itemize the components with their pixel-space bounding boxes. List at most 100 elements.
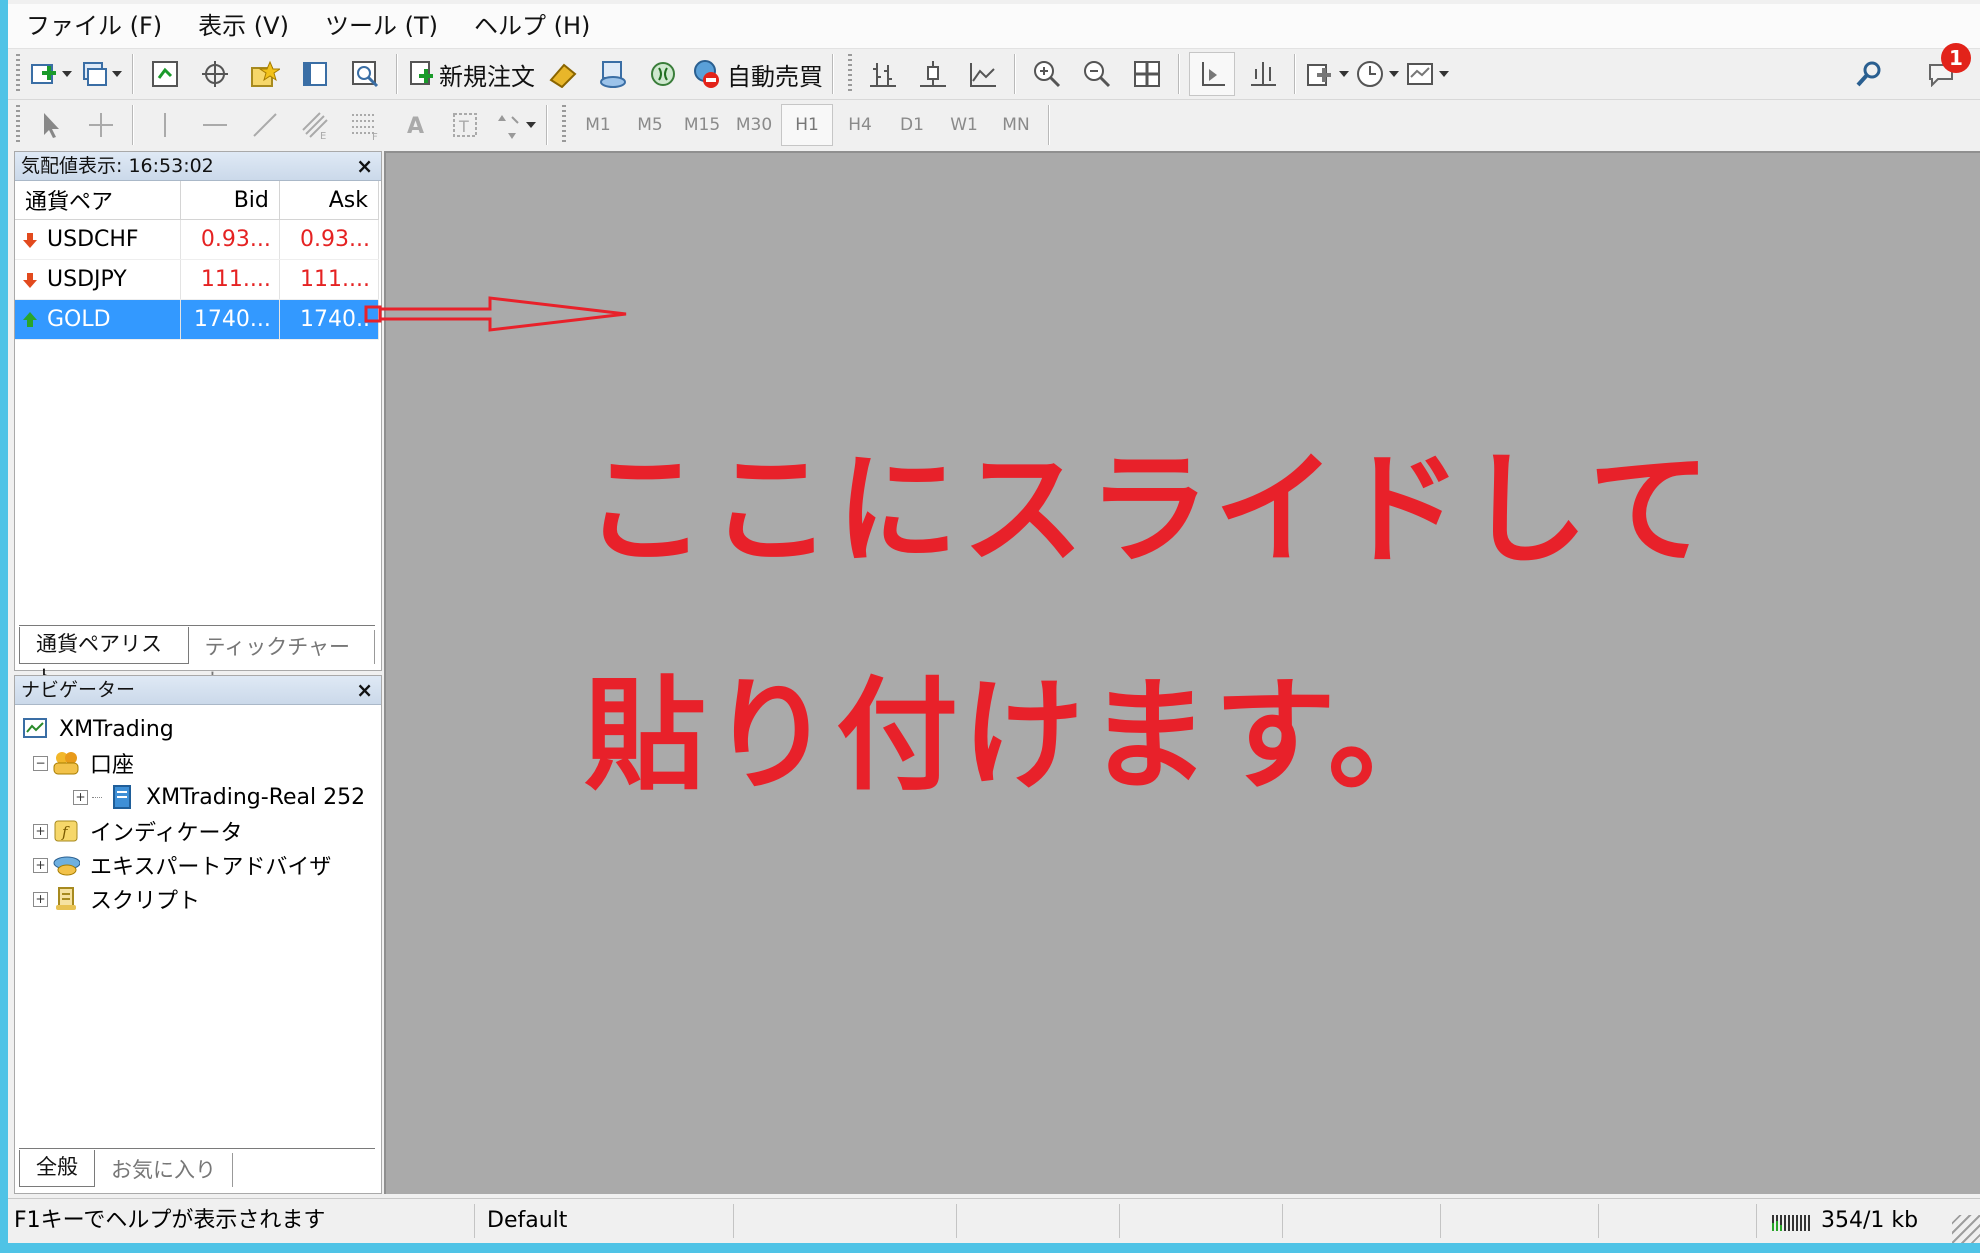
tree-item-experts[interactable]: + エキスパートアドバイザ: [21, 848, 365, 882]
chevron-down-icon: [112, 71, 122, 77]
resize-grip-icon[interactable]: [1952, 1215, 1980, 1243]
tab-tick-chart[interactable]: ティックチャート: [189, 630, 375, 693]
toolbar-grip[interactable]: [16, 105, 20, 145]
crosshair-tool[interactable]: [79, 104, 123, 146]
navigator-toggle[interactable]: [243, 53, 287, 95]
timeframe-d1[interactable]: D1: [887, 105, 937, 145]
tree-item-accounts[interactable]: − 口座: [21, 746, 365, 780]
column-header-symbol[interactable]: 通貨ペア: [15, 181, 181, 220]
toolbar-grip[interactable]: [16, 54, 20, 94]
new-order-button[interactable]: 新規注文: [407, 53, 535, 95]
new-chart-button[interactable]: [29, 53, 73, 95]
tile-windows-button[interactable]: [1125, 53, 1169, 95]
tree-item-root[interactable]: XMTrading: [21, 712, 365, 746]
menu-view[interactable]: 表示 (V): [180, 4, 307, 48]
text-tool[interactable]: A: [393, 104, 437, 146]
expert-advisor-icon: [52, 852, 80, 878]
accounts-icon: [52, 750, 80, 776]
timeframe-m30[interactable]: M30: [729, 105, 779, 145]
candlestick-button[interactable]: [911, 53, 955, 95]
timeframe-mn[interactable]: MN: [991, 105, 1041, 145]
tab-favorites[interactable]: お気に入り: [95, 1153, 233, 1187]
zoom-out-button[interactable]: [1075, 53, 1119, 95]
terminal-app-icon: [21, 716, 49, 742]
bid-cell: 0.93...: [180, 219, 280, 260]
terminal-toggle[interactable]: [293, 53, 337, 95]
periods-button[interactable]: [1355, 53, 1399, 95]
menu-tools[interactable]: ツール (T): [307, 4, 456, 48]
table-row[interactable]: USDCHF 0.93... 0.93...: [15, 219, 380, 260]
fibonacci-tool[interactable]: F: [343, 104, 387, 146]
indicators-button[interactable]: [1305, 53, 1349, 95]
chart-shift-button[interactable]: [1241, 53, 1285, 95]
tree-item-indicators[interactable]: + f インディケータ: [21, 814, 365, 848]
timeframe-w1[interactable]: W1: [939, 105, 989, 145]
tree-item-scripts[interactable]: + スクリプト: [21, 882, 365, 916]
column-header-ask[interactable]: Ask: [279, 181, 380, 220]
metaeditor-button[interactable]: [541, 53, 585, 95]
expand-icon[interactable]: +: [33, 857, 48, 873]
auto-scroll-button[interactable]: [1189, 52, 1235, 96]
profiles-icon: [83, 62, 107, 86]
tree-label-experts: エキスパートアドバイザ: [90, 855, 332, 880]
close-icon[interactable]: ×: [356, 152, 373, 180]
vertical-line-tool[interactable]: [143, 104, 187, 146]
tab-symbols[interactable]: 通貨ペアリスト: [19, 627, 189, 690]
auto-trading-button[interactable]: 自動売買: [691, 53, 823, 95]
auto-scroll-icon: [1202, 62, 1225, 86]
notifications-button[interactable]: 1: [1919, 43, 1971, 95]
search-button[interactable]: [1847, 53, 1891, 95]
table-row-selected[interactable]: GOLD 1740... 1740..: [15, 299, 380, 340]
chevron-down-icon: [1389, 71, 1399, 77]
trendline-tool[interactable]: [243, 104, 287, 146]
tab-general[interactable]: 全般: [19, 1150, 95, 1187]
table-row[interactable]: USDJPY 111.... 111....: [15, 259, 380, 300]
toolbar-grip[interactable]: [562, 105, 566, 145]
column-header-bid[interactable]: Bid: [180, 181, 280, 220]
collapse-icon[interactable]: −: [33, 755, 48, 771]
timeframe-m5[interactable]: M5: [625, 105, 675, 145]
equidistant-channel-tool[interactable]: E: [293, 104, 337, 146]
horizontal-line-tool[interactable]: [193, 104, 237, 146]
zoom-in-icon: [1034, 61, 1061, 88]
line-chart-button[interactable]: [961, 53, 1005, 95]
zoom-in-button[interactable]: [1025, 53, 1069, 95]
indicators-icon: [1307, 64, 1331, 86]
close-icon[interactable]: ×: [356, 676, 373, 704]
timeframe-m1[interactable]: M1: [573, 105, 623, 145]
timeframe-h1[interactable]: H1: [781, 104, 833, 146]
status-traffic[interactable]: 354/1 kb: [1757, 1204, 1924, 1238]
status-help-text: F1キーでヘルプが表示されます: [8, 1204, 475, 1238]
terminal-icon: [303, 62, 327, 86]
data-window-toggle[interactable]: [193, 53, 237, 95]
text-label-tool[interactable]: T: [443, 104, 487, 146]
menu-file[interactable]: ファイル (F): [8, 4, 180, 48]
notification-badge: 1: [1941, 43, 1971, 73]
chevron-down-icon: [1339, 71, 1349, 77]
expand-icon[interactable]: +: [33, 823, 48, 839]
templates-button[interactable]: [1405, 53, 1449, 95]
status-cell-empty: [1441, 1204, 1599, 1238]
menu-help[interactable]: ヘルプ (H): [456, 4, 608, 48]
bar-chart-button[interactable]: [861, 53, 905, 95]
expand-icon[interactable]: +: [33, 891, 48, 907]
timeframe-h4[interactable]: H4: [835, 105, 885, 145]
toolbar-grip[interactable]: [848, 54, 852, 94]
signals-button[interactable]: [641, 53, 685, 95]
strategy-tester-toggle[interactable]: [343, 53, 387, 95]
market-watch-toggle[interactable]: [143, 53, 187, 95]
profiles-button[interactable]: [79, 53, 123, 95]
script-icon: [52, 886, 80, 912]
tree-item-account[interactable]: + XMTrading-Real 252: [21, 780, 365, 814]
down-arrow-icon: [23, 233, 37, 248]
bid-cell: 1740...: [180, 299, 280, 340]
editor-icon: [549, 63, 577, 88]
toolbar-separator: [1048, 105, 1050, 145]
navigator-tabs: 全般 お気に入り: [19, 1148, 375, 1187]
community-button[interactable]: [591, 53, 635, 95]
timeframe-m15[interactable]: M15: [677, 105, 727, 145]
expand-icon[interactable]: +: [73, 789, 88, 805]
arrows-tool[interactable]: [493, 104, 537, 146]
tree-label-root: XMTrading: [59, 716, 174, 742]
cursor-tool[interactable]: [29, 104, 73, 146]
